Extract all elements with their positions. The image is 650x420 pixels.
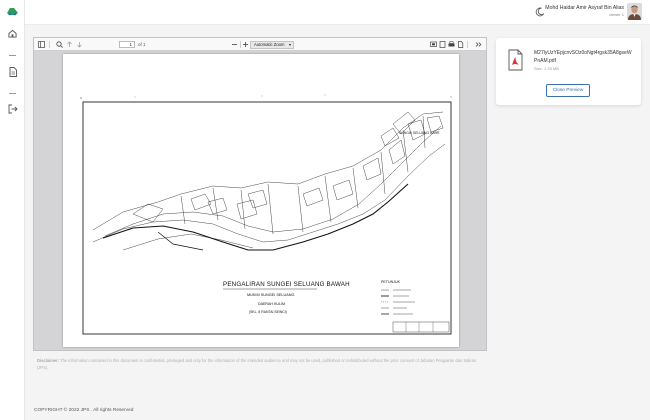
dark-mode-toggle-icon[interactable]: [535, 7, 545, 17]
copyright: COPYRIGHT © 2022 JPS . All rights Reserv…: [34, 408, 134, 413]
toolbar-divider: [467, 41, 468, 48]
user-role: viewer 1: [609, 12, 624, 17]
disclaimer-text: The information contained in this docume…: [37, 358, 477, 370]
page-count: of 1: [138, 42, 146, 47]
map-subtitle: MUKIM SUNGEI SELUANG: [247, 293, 295, 297]
legend-title: PETUNJUK: [381, 280, 401, 284]
app-logo[interactable]: [6, 7, 19, 16]
pdf-viewer[interactable]: 1 of 1 Automatic Zoom ▾ SUNGAI SELUANG B…: [33, 37, 487, 351]
disclaimer: Disclaimer: The information contained in…: [37, 358, 477, 371]
top-header: Mohd Haidar Amir Asyraf Bin Alias viewer…: [25, 0, 650, 25]
previous-page-icon[interactable]: [65, 40, 74, 49]
map-scale: (SKL. 8 RANTAI SEINCI): [249, 310, 287, 314]
download-icon[interactable]: [456, 40, 465, 49]
logout-icon[interactable]: [7, 103, 18, 114]
zoom-in-icon[interactable]: [241, 40, 250, 49]
file-preview-card: M27lyUzYEpjcnvSOz0oNgt4rgsk35A8gseWPnAM.…: [496, 38, 641, 105]
map-title: PENGALIRAN SUNGEI SELUANG BAWAH: [223, 281, 350, 288]
sidebar-divider: [9, 93, 16, 94]
drainage-map-drawing: SUNGAI SELUANG BAHR PENGALIRAN SUNGEI SE…: [80, 94, 452, 335]
pdf-page: SUNGAI SELUANG BAHR PENGALIRAN SUNGEI SE…: [63, 54, 459, 347]
avatar[interactable]: [627, 3, 642, 20]
sidebar: [0, 0, 25, 420]
sidebar-toggle-icon[interactable]: [37, 40, 46, 49]
search-icon[interactable]: [55, 40, 64, 49]
zoom-out-icon[interactable]: [230, 40, 239, 49]
zoom-select[interactable]: Automatic Zoom ▾: [250, 41, 294, 49]
pdf-file-icon: [508, 49, 523, 71]
page-number-input[interactable]: 1: [119, 41, 135, 48]
chevron-down-icon: ▾: [288, 42, 291, 47]
pdf-toolbar: 1 of 1 Automatic Zoom ▾: [34, 38, 486, 51]
print-icon[interactable]: [447, 40, 456, 49]
user-name[interactable]: Mohd Haidar Amir Asyraf Bin Alias: [545, 5, 624, 11]
file-name: M27lyUzYEpjcnvSOz0oNgt4rgsk35A8gseWPnAM.…: [534, 50, 632, 64]
disclaimer-label: Disclaimer:: [37, 358, 60, 363]
home-icon[interactable]: [7, 28, 18, 39]
file-size: Size: 1.33 MB: [534, 66, 559, 71]
area-label: SUNGAI SELUANG BAHR: [399, 131, 440, 135]
presentation-mode-icon[interactable]: [429, 40, 438, 49]
zoom-select-value: Automatic Zoom: [254, 42, 285, 47]
open-file-icon[interactable]: [438, 40, 447, 49]
close-preview-button[interactable]: Close Preview: [546, 84, 590, 97]
next-page-icon[interactable]: [75, 40, 84, 49]
map-district: DAERAH KULIM: [258, 302, 285, 306]
tools-menu-icon[interactable]: [474, 40, 483, 49]
document-icon[interactable]: [7, 66, 18, 77]
sidebar-divider: [9, 55, 16, 56]
toolbar-divider: [49, 41, 50, 48]
